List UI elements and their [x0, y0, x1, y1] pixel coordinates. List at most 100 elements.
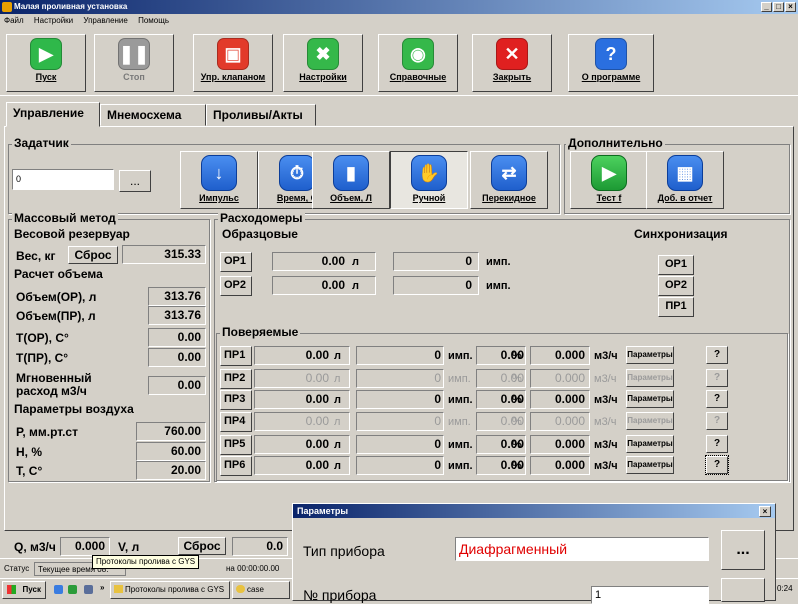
reference-unit: л	[352, 256, 359, 268]
taskbar-item-protocols-label: Протоколы пролива с GYS	[125, 585, 225, 594]
test-icon: ▶	[591, 155, 627, 191]
weight-value: 315.33	[122, 245, 206, 264]
toolbar-label: Настройки	[299, 72, 347, 82]
tested-params-button[interactable]: Параметры	[626, 346, 674, 364]
menu-settings[interactable]: Настройки	[34, 16, 73, 25]
tested-tag[interactable]: ПР2	[220, 369, 252, 389]
toolbar-button-reference[interactable]: ◉ Справочные	[378, 34, 458, 92]
toolbar-button-valve[interactable]: ▣ Упр. клапаном	[193, 34, 273, 92]
tested-tag[interactable]: ПР4	[220, 412, 252, 432]
toolbar-button-close[interactable]: ✕ Закрыть	[472, 34, 552, 92]
menu-file[interactable]: Файл	[4, 16, 24, 25]
toolbar-button-tools[interactable]: ✖ Настройки	[283, 34, 363, 92]
sync-button[interactable]: ПР1	[658, 297, 694, 317]
tested-help-button[interactable]: ?	[706, 346, 728, 364]
tested-help-button[interactable]: ?	[706, 412, 728, 430]
minimize-button[interactable]: _	[761, 2, 772, 12]
volume-row-label: Т(ПР), С°	[16, 351, 69, 365]
volume-calc-title: Расчет объема	[12, 267, 105, 281]
toolbar-label: Стоп	[123, 72, 145, 82]
v-reset-button[interactable]: Сброс	[178, 537, 226, 555]
tested-tag[interactable]: ПР6	[220, 456, 252, 476]
tab-protocols[interactable]: Проливы/Акты	[206, 104, 316, 126]
v-value: 0.0	[232, 537, 288, 556]
toolbar: ▶ Пуск ❚❚ Стоп ▣ Упр. клапаном ✖ Настройки ◉ Спра…	[0, 28, 798, 96]
quicklaunch-icon-2[interactable]	[68, 585, 77, 594]
close-icon: ✕	[496, 38, 528, 70]
setter-button-manual[interactable]: ✋ Ручной	[390, 151, 468, 209]
desktop-icon[interactable]	[84, 585, 93, 594]
toolbar-button-help[interactable]: ? О программе	[568, 34, 654, 92]
tested-unit: л	[334, 460, 341, 472]
tested-imp-unit: имп.	[448, 416, 471, 428]
maximize-button[interactable]: □	[773, 2, 784, 12]
tested-flow: 0.000	[530, 435, 590, 454]
tested-flow-unit: м3/ч	[594, 394, 618, 406]
sync-button[interactable]: ОР1	[658, 255, 694, 275]
tested-tag[interactable]: ПР3	[220, 390, 252, 410]
extra-title: Дополнительно	[566, 136, 665, 150]
start-button[interactable]: Пуск	[2, 581, 46, 599]
device-number-input[interactable]: 1	[591, 586, 709, 604]
v-label: V, л	[118, 540, 140, 554]
tab-mnemonic[interactable]: Мнемосхема	[100, 104, 206, 126]
setter-button-switch[interactable]: ⇄ Перекидное	[470, 151, 548, 209]
menu-control[interactable]: Управление	[83, 16, 127, 25]
device-number-label: № прибора	[303, 587, 377, 603]
setter-button-impulse[interactable]: ↓ Импульс	[180, 151, 258, 209]
device-number-button[interactable]	[721, 578, 765, 602]
setter-browse-button[interactable]: ...	[119, 170, 151, 192]
device-type-browse-button[interactable]: ...	[721, 530, 765, 570]
tested-flow-unit: м3/ч	[594, 439, 618, 451]
tested-impulses: 0	[356, 346, 444, 365]
taskbar-item-protocols[interactable]: Протоколы пролива с GYS	[110, 581, 230, 599]
extra-button-add-report[interactable]: ▦ Доб. в отчет	[646, 151, 724, 209]
tested-tag[interactable]: ПР5	[220, 435, 252, 455]
taskbar-item-case[interactable]: case	[232, 581, 290, 599]
tested-flow-unit: м3/ч	[594, 460, 618, 472]
close-window-button[interactable]: ×	[785, 2, 796, 12]
tab-control[interactable]: Управление	[6, 102, 100, 127]
tested-params-button[interactable]: Параметры	[626, 390, 674, 408]
device-type-value[interactable]: Диафрагменный	[455, 537, 709, 561]
menu-help[interactable]: Помощь	[138, 16, 169, 25]
volume-icon: ▮	[333, 155, 369, 191]
tested-imp-unit: имп.	[448, 394, 473, 406]
tested-params-button[interactable]: Параметры	[626, 456, 674, 474]
dialog-close-button[interactable]: ×	[759, 506, 771, 517]
tested-flow: 0.000	[530, 390, 590, 409]
tested-params-button[interactable]: Параметры	[626, 369, 674, 387]
setter-value-input[interactable]: 0	[12, 169, 114, 190]
toolbar-button-pause[interactable]: ❚❚ Стоп	[94, 34, 174, 92]
tested-impulses: 0	[356, 435, 444, 454]
tested-help-button[interactable]: ?	[705, 455, 729, 475]
sync-button[interactable]: ОР2	[658, 276, 694, 296]
volume-row-label: Объем(ПР), л	[16, 309, 96, 323]
tested-params-button[interactable]: Параметры	[626, 435, 674, 453]
window-titlebar: Малая проливная установка _ □ ×	[0, 0, 798, 14]
tested-help-button[interactable]: ?	[706, 369, 728, 387]
setter-button-volume[interactable]: ▮ Объем, Л	[312, 151, 390, 209]
impulse-icon: ↓	[201, 155, 237, 191]
tested-help-button[interactable]: ?	[706, 390, 728, 408]
sync-title: Синхронизация	[632, 227, 730, 241]
volume-row-value: 313.76	[148, 287, 206, 306]
time-icon: ⏱	[279, 155, 315, 191]
extra-button-test[interactable]: ▶ Тест f	[570, 151, 648, 209]
toolbar-label: Справочные	[389, 72, 447, 82]
tested-tag[interactable]: ПР1	[220, 346, 252, 366]
pause-icon: ❚❚	[118, 38, 150, 70]
app-icon	[2, 2, 12, 12]
extra-button-label: Доб. в отчет	[657, 193, 713, 203]
toolbar-button-play[interactable]: ▶ Пуск	[6, 34, 86, 92]
setter-button-label: Перекидное	[482, 193, 536, 203]
weight-reset-button[interactable]: Сброс	[68, 246, 118, 264]
tested-help-button[interactable]: ?	[706, 435, 728, 453]
tools-icon: ✖	[307, 38, 339, 70]
tested-impulses: 0	[356, 390, 444, 409]
reference-tag[interactable]: ОР2	[220, 276, 252, 296]
tested-params-button[interactable]: Параметры	[626, 412, 674, 430]
overflow-chevron-icon[interactable]: »	[100, 583, 104, 592]
reference-tag[interactable]: ОР1	[220, 252, 252, 272]
quicklaunch-icon[interactable]	[54, 585, 63, 594]
